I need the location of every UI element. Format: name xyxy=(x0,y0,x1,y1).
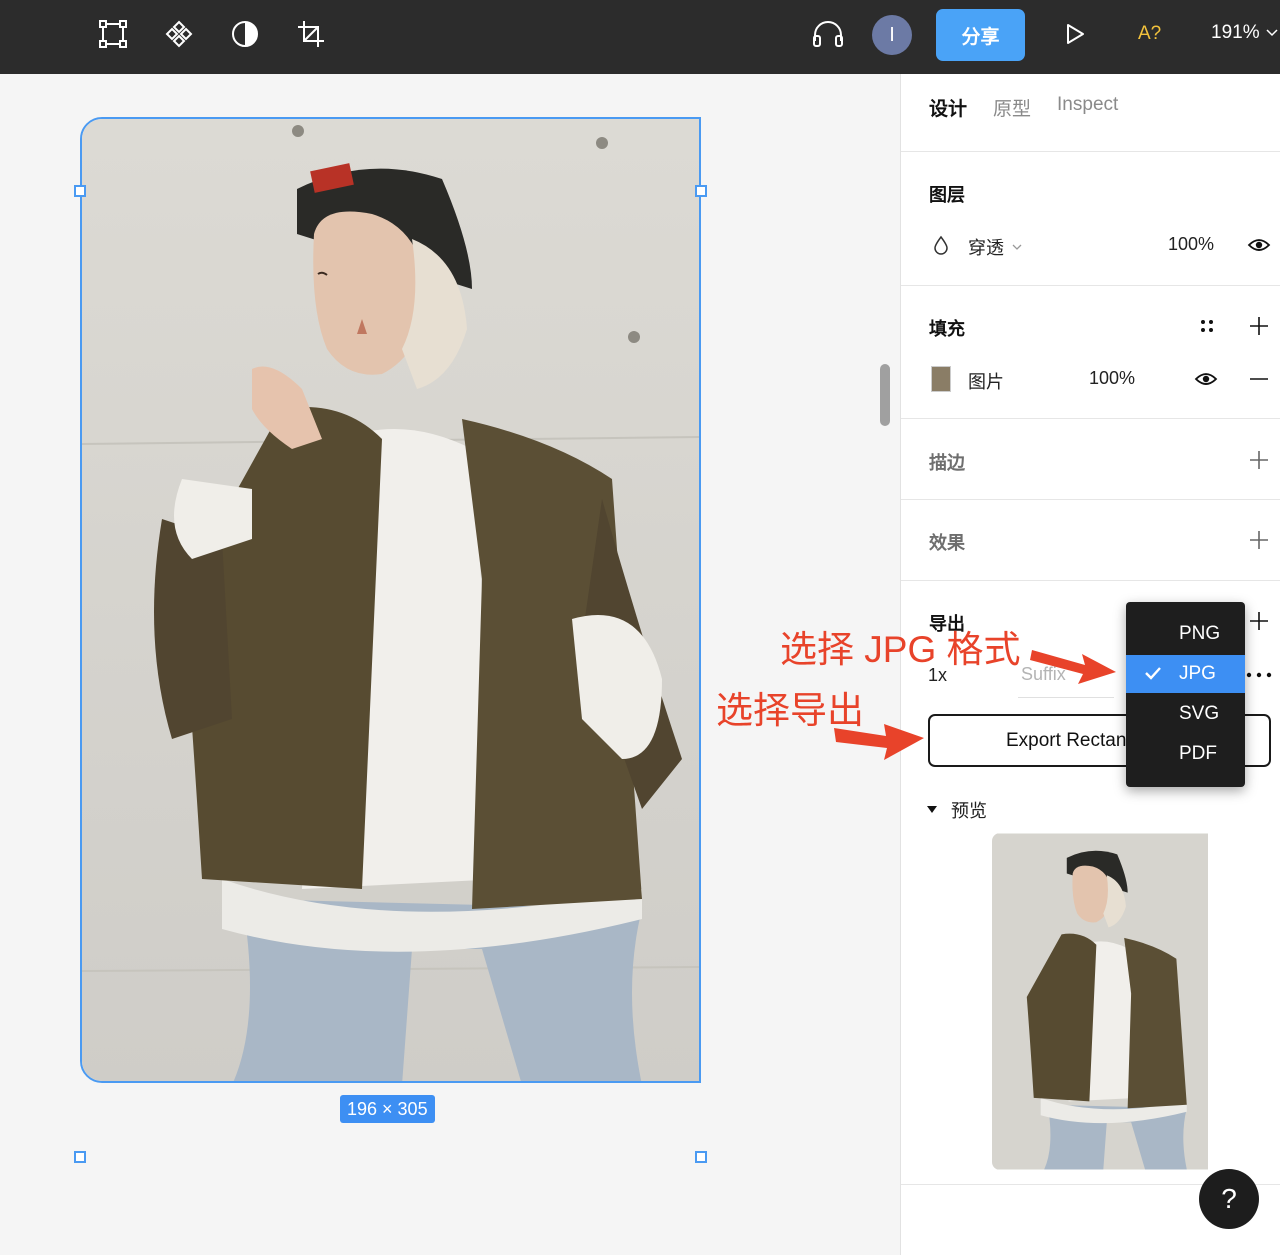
layer-section-title: 图层 xyxy=(929,185,965,205)
resize-handle-top-left[interactable] xyxy=(74,185,86,197)
annotation-select-jpg: 选择 JPG 格式 xyxy=(780,629,1021,670)
format-option-png[interactable]: PNG xyxy=(1126,615,1245,653)
help-button[interactable]: ? xyxy=(1199,1169,1259,1229)
resize-handle-bottom-right[interactable] xyxy=(695,1151,707,1163)
format-dropdown-menu: PNG JPG SVG PDF xyxy=(1126,602,1245,787)
export-more-icon[interactable] xyxy=(1245,661,1273,689)
canvas-scrollbar[interactable] xyxy=(880,364,890,426)
selected-image-frame[interactable] xyxy=(80,117,701,1083)
annotation-arrow xyxy=(834,724,924,760)
export-preview-image xyxy=(992,833,1208,1170)
chevron-down-icon xyxy=(1012,244,1022,250)
top-toolbar: I 分享 A? 191% xyxy=(0,0,1280,74)
crop-icon[interactable] xyxy=(294,17,328,51)
add-stroke-icon[interactable] xyxy=(1245,446,1273,474)
divider xyxy=(901,285,1280,286)
avatar[interactable]: I xyxy=(872,15,912,55)
dimension-label: 196 × 305 xyxy=(340,1095,435,1123)
tab-inspect[interactable]: Inspect xyxy=(1057,94,1118,121)
divider xyxy=(901,418,1280,419)
add-fill-icon[interactable] xyxy=(1245,312,1273,340)
annotation-arrow xyxy=(1030,650,1116,684)
chevron-down-icon xyxy=(1266,29,1278,37)
zoom-value: 191% xyxy=(1211,22,1260,43)
resize-handle-top-right[interactable] xyxy=(695,185,707,197)
format-option-label: JPG xyxy=(1179,663,1216,684)
tab-prototype[interactable]: 原型 xyxy=(993,94,1031,121)
divider xyxy=(901,580,1280,581)
play-icon[interactable] xyxy=(1058,17,1092,51)
photo-image xyxy=(82,119,699,1081)
triangle-down-icon xyxy=(927,806,937,813)
image-fill-thumbnail[interactable] xyxy=(931,366,951,392)
headphones-icon[interactable] xyxy=(811,17,845,51)
blend-mode-icon xyxy=(927,231,955,259)
stroke-section-title: 描边 xyxy=(929,453,965,473)
eye-icon[interactable] xyxy=(1245,231,1273,259)
tab-design[interactable]: 设计 xyxy=(929,94,967,121)
add-export-icon[interactable] xyxy=(1245,607,1273,635)
format-option-pdf[interactable]: PDF xyxy=(1126,735,1245,773)
blend-mode-value: 穿透 xyxy=(968,238,1004,258)
resize-handle-bottom-left[interactable] xyxy=(74,1151,86,1163)
blend-mode-dropdown[interactable]: 穿透 xyxy=(968,234,1022,260)
frame-tool-icon[interactable] xyxy=(96,17,130,51)
format-option-jpg[interactable]: JPG xyxy=(1126,655,1245,693)
effects-section-title: 效果 xyxy=(929,533,965,553)
preview-title: 预览 xyxy=(951,801,987,821)
missing-fonts-indicator[interactable]: A? xyxy=(1138,23,1161,45)
remove-fill-icon[interactable] xyxy=(1245,365,1273,393)
component-icon[interactable] xyxy=(162,17,196,51)
preview-toggle[interactable]: 预览 xyxy=(927,797,987,823)
style-grid-icon[interactable] xyxy=(1193,312,1221,340)
checkmark-icon xyxy=(1145,667,1161,680)
layer-opacity[interactable]: 100% xyxy=(1168,234,1214,255)
fill-opacity[interactable]: 100% xyxy=(1089,368,1135,389)
format-option-svg[interactable]: SVG xyxy=(1126,695,1245,733)
share-button[interactable]: 分享 xyxy=(936,9,1025,61)
fill-type[interactable]: 图片 xyxy=(968,368,1004,394)
panel-tabs: 设计 原型 Inspect xyxy=(929,94,1118,121)
fill-section-title: 填充 xyxy=(929,319,965,339)
divider xyxy=(901,499,1280,500)
divider xyxy=(901,151,1280,152)
eye-icon[interactable] xyxy=(1192,365,1220,393)
add-effect-icon[interactable] xyxy=(1245,526,1273,554)
contrast-icon[interactable] xyxy=(228,17,262,51)
zoom-dropdown[interactable]: 191% xyxy=(1211,22,1278,44)
